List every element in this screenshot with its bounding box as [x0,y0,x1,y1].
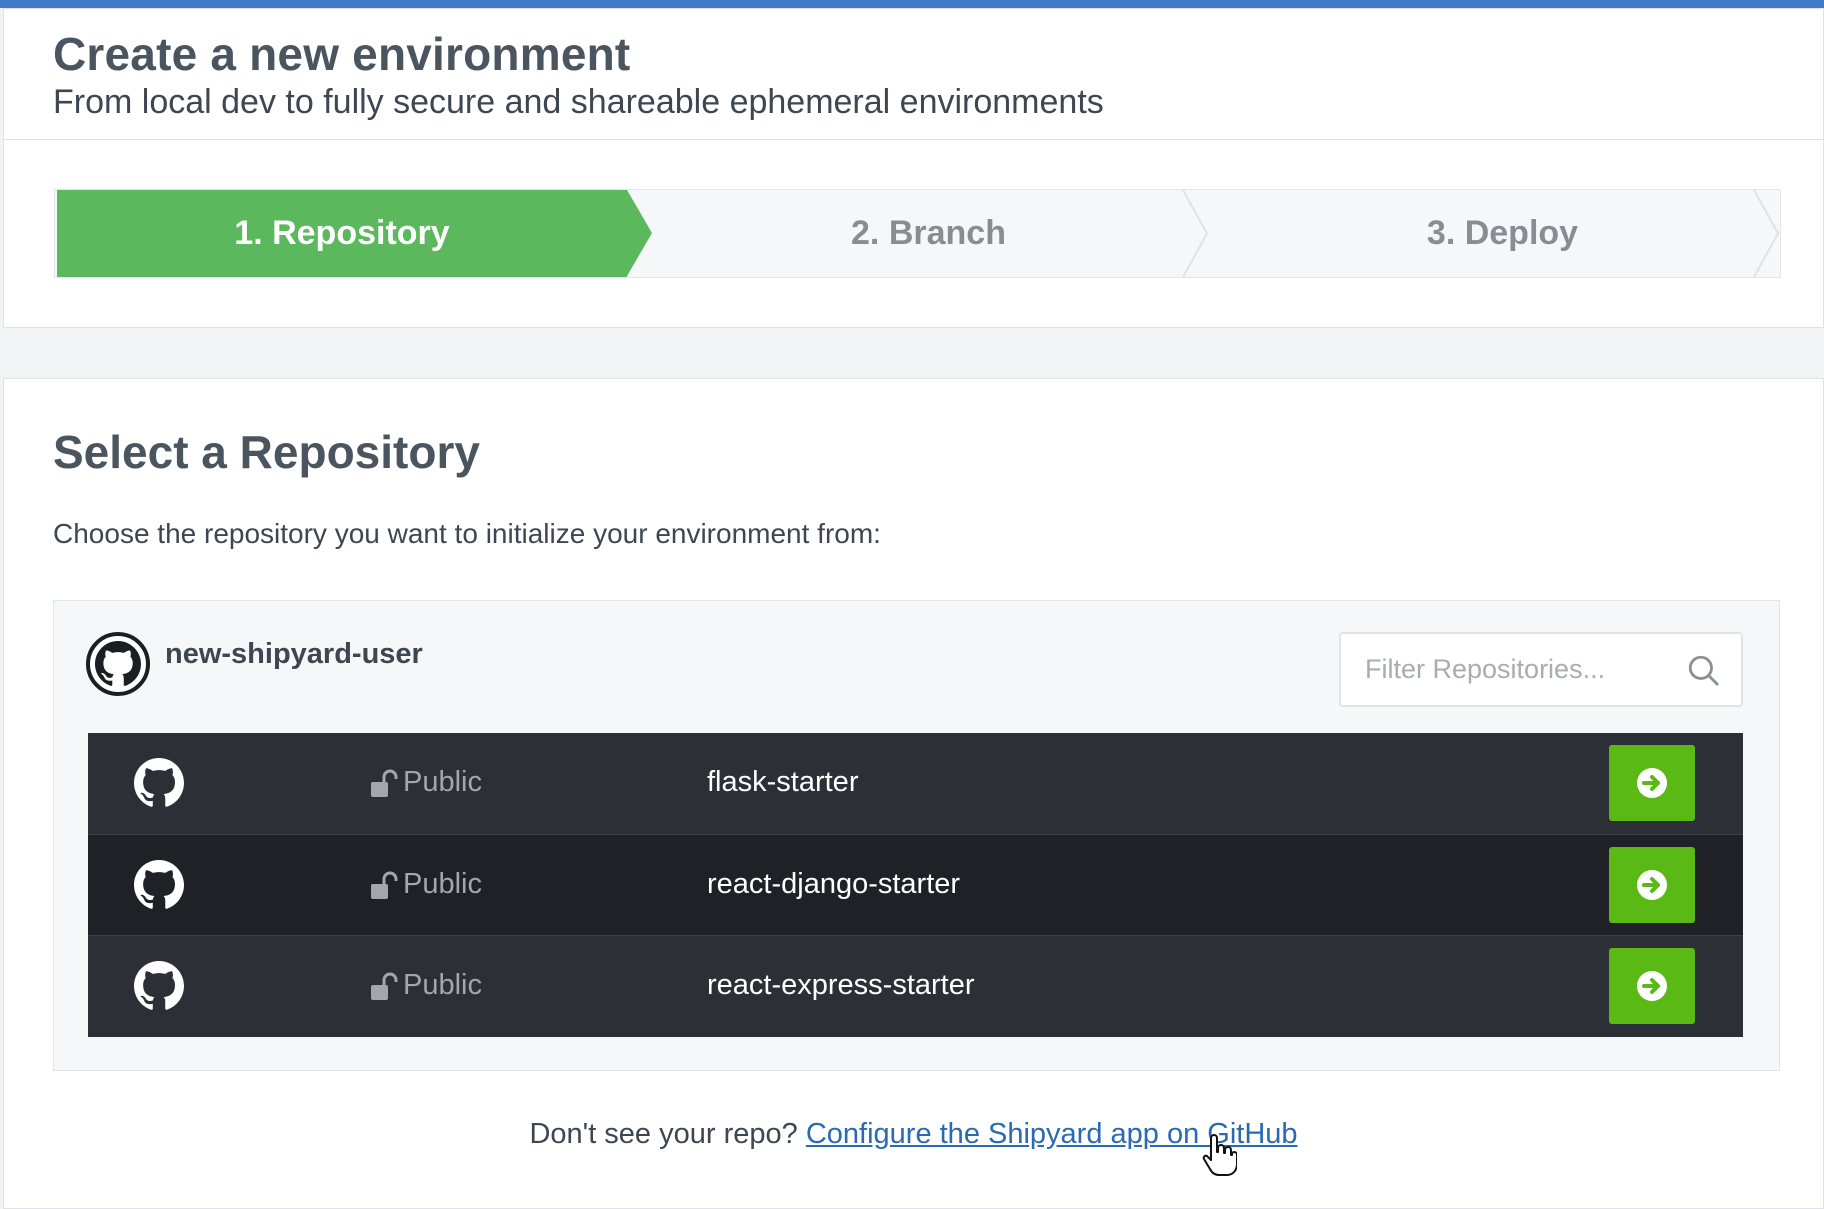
section-description: Choose the repository you want to initia… [53,518,881,549]
select-repository-button[interactable] [1609,847,1695,923]
unlock-icon [371,769,398,797]
page-subtitle: From local dev to fully secure and share… [53,83,1104,121]
repository-list: Public flask-starter Public react-django… [88,733,1743,1037]
step-separator-end [1753,190,1780,277]
repository-name: flask-starter [707,766,859,798]
repository-row[interactable]: Public react-django-starter [88,834,1743,936]
filter-repositories-input[interactable] [1341,634,1681,705]
filter-box [1339,632,1743,707]
unlock-icon [371,972,398,1000]
page-title: Create a new environment [53,28,631,80]
visibility-label: Public [403,766,482,798]
select-repository-button[interactable] [1609,745,1695,821]
step-deploy[interactable]: 3. Deploy [1227,190,1778,277]
step-active-arrow [627,190,652,276]
footer-help-text: Don't see your repo? [529,1118,798,1150]
arrow-right-circle-icon [1637,971,1667,1001]
top-accent-bar [0,0,1824,8]
owner-name: new-shipyard-user [165,638,423,670]
repository-row[interactable]: Public flask-starter [88,733,1743,834]
arrow-right-circle-icon [1637,768,1667,798]
github-icon [134,758,184,807]
header-title-area: Create a new environment From local dev … [4,9,1823,140]
arrow-right-circle-icon [1637,870,1667,900]
repository-panel: new-shipyard-user Public flask-starter [53,600,1780,1071]
visibility-label: Public [403,868,482,900]
unlock-icon [371,871,398,899]
main-card: Select a Repository Choose the repositor… [3,378,1824,1209]
select-repository-button[interactable] [1609,948,1695,1024]
github-icon [134,860,184,909]
step-repository[interactable]: 1. Repository [57,190,627,277]
repository-name: react-django-starter [707,868,961,900]
github-icon [134,961,184,1010]
github-icon [86,632,150,696]
wizard-steps: 1. Repository 2. Branch 3. Deploy [54,189,1781,278]
footer-help: Don't see your repo? Configure the Shipy… [4,1118,1823,1151]
step-branch[interactable]: 2. Branch [655,190,1202,277]
section-title: Select a Repository [53,426,480,478]
visibility-label: Public [403,969,482,1001]
header-card: Create a new environment From local dev … [3,8,1824,328]
hand-pointer-cursor-icon [1202,1134,1237,1176]
search-icon[interactable] [1686,653,1720,687]
repository-name: react-express-starter [707,969,975,1001]
repository-row[interactable]: Public react-express-starter [88,935,1743,1037]
